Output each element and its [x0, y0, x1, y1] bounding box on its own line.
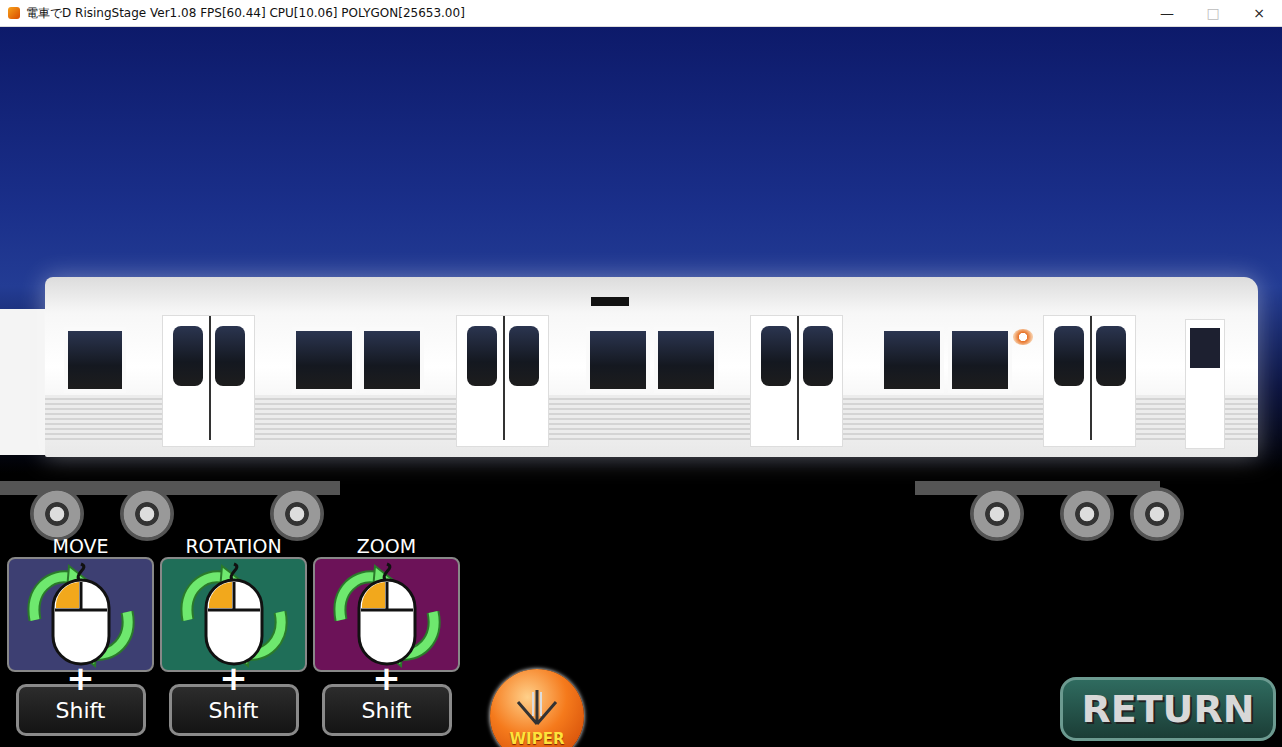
window-control-button[interactable]: □	[1190, 5, 1236, 21]
wiper-label: WIPER	[510, 730, 565, 747]
plus-sign: +	[219, 668, 248, 682]
app-icon	[8, 7, 20, 19]
car-window	[360, 327, 424, 393]
mouse-drag-button[interactable]	[160, 557, 307, 672]
car-window	[586, 327, 650, 393]
camera-controls: MOVE + Shift ROTATION + Shift ZOOM + Shift WIPER	[7, 535, 584, 747]
plus-sign: +	[66, 668, 95, 682]
train-car	[0, 275, 1282, 525]
train-viewer-scene[interactable]: MOVE + Shift ROTATION + Shift ZOOM + Shift WIPER R…	[0, 27, 1282, 747]
mouse-drag-button[interactable]	[7, 557, 154, 672]
car-door	[1043, 315, 1136, 447]
mouse-drag-icon	[174, 560, 294, 670]
roof-vent	[591, 297, 629, 306]
car-window	[654, 327, 718, 393]
car-door	[750, 315, 843, 447]
window-control-button[interactable]: —	[1144, 5, 1190, 21]
car-end	[0, 309, 45, 455]
title-bar: 電車でD RisingStage Ver1.08 FPS[60.44] CPU[…	[0, 0, 1282, 27]
mouse-drag-button[interactable]	[313, 557, 460, 672]
return-button[interactable]: RETURN	[1060, 677, 1276, 741]
control-label: ROTATION	[185, 535, 281, 557]
wiper-button[interactable]: WIPER	[490, 669, 584, 747]
bogie	[915, 481, 1160, 545]
window-control-button[interactable]: ×	[1236, 5, 1282, 21]
camera-control: MOVE + Shift	[7, 535, 154, 736]
mouse-drag-icon	[327, 560, 447, 670]
car-door	[162, 315, 255, 447]
bogie	[0, 481, 340, 545]
car-window	[64, 327, 126, 393]
window-title: 電車でD RisingStage Ver1.08 FPS[60.44] CPU[…	[26, 5, 465, 22]
mouse-drag-icon	[21, 560, 141, 670]
logo-mark-icon	[1013, 329, 1033, 345]
car-window	[292, 327, 356, 393]
car-window	[948, 327, 1012, 393]
car-window	[880, 327, 944, 393]
car-door	[456, 315, 549, 447]
car-body	[45, 277, 1258, 457]
plus-sign: +	[372, 668, 401, 682]
wiper-icon	[512, 684, 562, 728]
camera-control: ZOOM + Shift	[313, 535, 460, 736]
camera-control: ROTATION + Shift	[160, 535, 307, 736]
control-label: MOVE	[52, 535, 108, 557]
shift-key[interactable]: Shift	[16, 684, 146, 736]
shift-key[interactable]: Shift	[322, 684, 452, 736]
cab-door	[1185, 319, 1225, 449]
game-window: 電車でD RisingStage Ver1.08 FPS[60.44] CPU[…	[0, 0, 1282, 747]
control-label: ZOOM	[357, 535, 416, 557]
shift-key[interactable]: Shift	[169, 684, 299, 736]
